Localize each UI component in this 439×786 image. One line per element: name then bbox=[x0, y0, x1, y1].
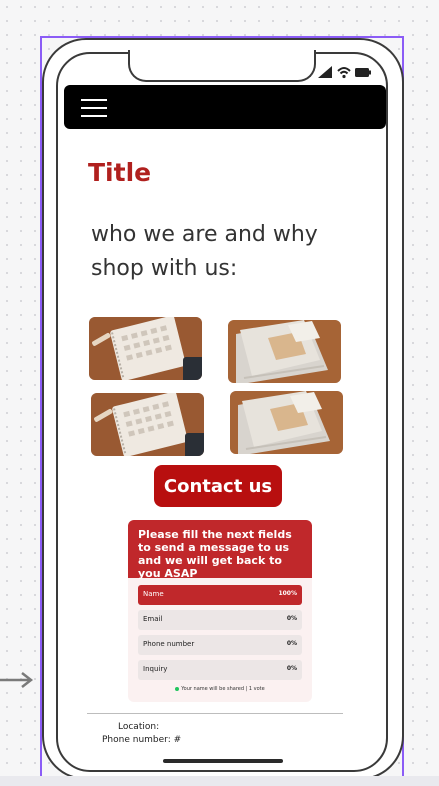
contact-poll-widget: Please fill the next fields to send a me… bbox=[128, 520, 312, 702]
product-photo-papers-2 bbox=[230, 391, 343, 454]
phone-notch bbox=[128, 50, 316, 82]
poll-option-label: Name bbox=[143, 590, 164, 598]
battery-icon bbox=[355, 68, 369, 77]
poll-header: Please fill the next fields to send a me… bbox=[128, 520, 312, 580]
poll-option[interactable]: Name 100% bbox=[138, 585, 302, 605]
poll-option-percent: 0% bbox=[286, 615, 297, 622]
poll-option-percent: 0% bbox=[286, 665, 297, 672]
footer-divider bbox=[87, 713, 343, 714]
signal-icon bbox=[318, 66, 332, 78]
product-photo-notebook-2 bbox=[91, 393, 204, 456]
poll-footer-text: Your name will be shared | 1 vote bbox=[181, 686, 265, 692]
poll-option[interactable]: Phone number 0% bbox=[138, 635, 302, 655]
home-indicator bbox=[163, 759, 283, 763]
footer-phone: Phone number: # bbox=[102, 735, 182, 745]
canvas-bottom-bar bbox=[0, 776, 439, 786]
status-dot-icon bbox=[175, 686, 180, 691]
footer-location: Location: bbox=[118, 722, 160, 732]
arrow-right-icon bbox=[0, 672, 34, 688]
poll-option-percent: 0% bbox=[286, 640, 297, 647]
poll-option[interactable]: Email 0% bbox=[138, 610, 302, 630]
poll-footer: Your name will be shared | 1 vote bbox=[128, 686, 312, 692]
poll-option-percent: 100% bbox=[278, 590, 297, 597]
poll-option-label: Inquiry bbox=[143, 665, 168, 673]
top-nav-bar bbox=[64, 85, 386, 129]
poll-option-label: Email bbox=[143, 615, 163, 623]
poll-option-label: Phone number bbox=[143, 640, 195, 648]
status-icons bbox=[318, 66, 371, 79]
poll-option[interactable]: Inquiry 0% bbox=[138, 660, 302, 680]
page-title: Title bbox=[88, 158, 152, 187]
menu-icon[interactable] bbox=[81, 99, 107, 117]
product-photo-papers bbox=[228, 320, 341, 383]
wifi-icon bbox=[337, 67, 351, 79]
product-photo-notebook bbox=[89, 317, 202, 380]
contact-us-button[interactable]: Contact us bbox=[154, 465, 282, 507]
intro-text: who we are and why shop with us: bbox=[91, 222, 318, 281]
